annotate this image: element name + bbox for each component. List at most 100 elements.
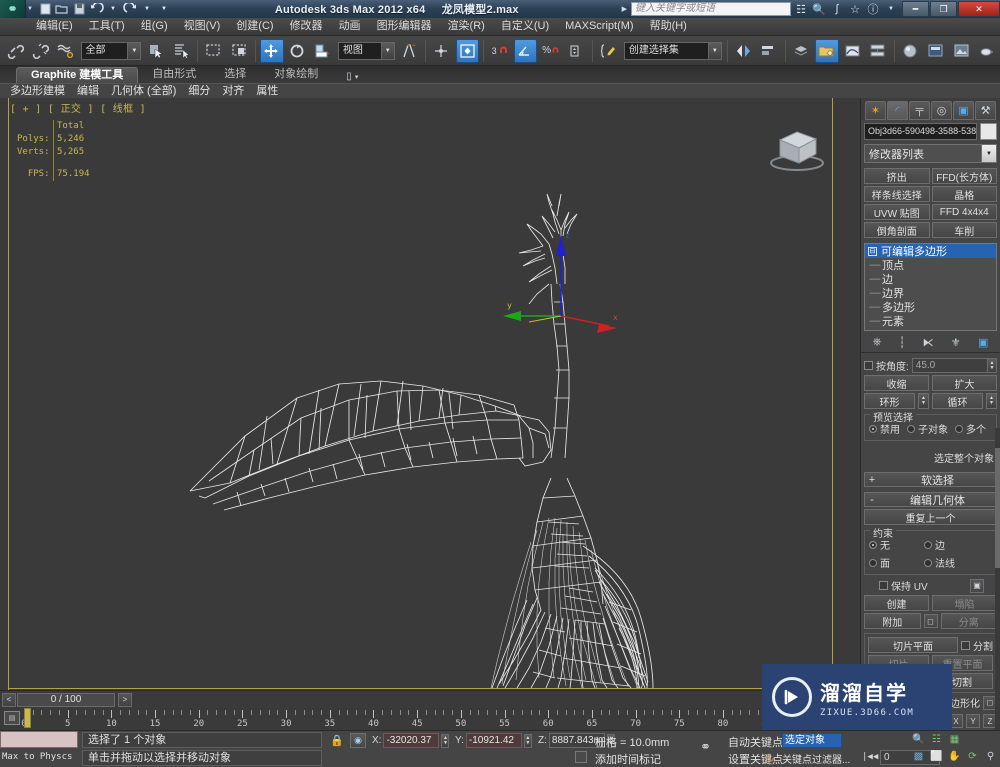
edit-geometry-rollout-header[interactable]: - 编辑几何体 [864,492,997,507]
hierarchy-tab-icon[interactable]: ╤ [909,100,930,120]
time-tag-button[interactable] [575,751,587,763]
edit-geometry-collapse-icon[interactable]: - [865,494,879,506]
modifier-uvw-map[interactable]: UVW 贴图 [864,204,930,220]
chevron-down-icon-modlist[interactable]: ▼ [981,145,996,162]
select-and-scale-icon[interactable] [311,39,335,63]
maximize-viewport-icon[interactable]: ⚲ [983,749,998,764]
object-color-swatch[interactable] [980,123,997,140]
preserve-uv-settings-button[interactable]: ▣ [970,578,984,593]
material-editor-icon[interactable] [899,39,923,63]
remove-modifier-icon[interactable]: ⚜ [951,336,961,349]
menu-rendering[interactable]: 渲染(R) [440,18,493,35]
coord-y[interactable]: -10921.42 [465,733,522,748]
selection-filter-combo[interactable]: 全部 ▼ [80,41,142,60]
slice-plane-button[interactable]: 切片平面 [868,637,958,653]
repeat-last-button[interactable]: 重复上一个 [864,509,997,525]
select-and-move-icon[interactable] [260,38,284,63]
open-track-view-icon[interactable]: ▤ [4,711,20,725]
chevron-down-icon[interactable]: ▼ [127,42,141,59]
constraint-none-radio[interactable] [869,540,877,549]
orbit-icon[interactable]: ⟳ [965,749,980,764]
favorites-star-icon[interactable]: ☆ [847,3,863,16]
viewport-orthographic-wireframe[interactable]: y x z [ + ] [ 正交 ] [ 线框 ] Total Polys: 5,… [0,98,860,690]
constraint-face-radio[interactable] [869,558,877,567]
modify-tab-icon[interactable]: ◜ [887,100,908,120]
magnifier-icon[interactable]: 🔍 [811,3,827,16]
bind-to-space-warp-icon[interactable] [54,39,78,63]
ribbon-panel-polygon-modeling[interactable]: 多边形建模 [4,84,71,98]
pan-view-icon[interactable]: ✋ [947,749,962,764]
modifier-spline-select[interactable]: 样条线选择 [864,186,930,202]
stack-expand-icon[interactable]: ⊟ [868,246,877,256]
layer-manager-icon[interactable] [790,39,814,63]
modifier-bevel-profile[interactable]: 倒角剖面 [864,222,930,238]
use-selection-center-icon[interactable] [430,39,454,63]
object-name-field[interactable]: Obj3d66-590498-3588-538 [864,123,977,140]
preserve-uv-checkbox[interactable] [879,581,888,590]
render-setup-icon[interactable] [924,39,948,63]
loop-button[interactable]: 循环 [932,393,983,409]
display-tab-icon[interactable]: ▣ [953,100,974,120]
new-file-icon[interactable] [37,2,53,17]
undo-dropdown-icon[interactable]: ▼ [105,2,121,17]
goto-start-icon[interactable]: |◀◀ [862,752,878,762]
preview-subobject-radio[interactable] [907,424,915,433]
snaps-toggle-icon[interactable]: 3 [488,39,512,63]
qat-customize-icon[interactable]: ▼ [156,2,172,17]
select-and-link-icon[interactable] [3,39,27,63]
redo-dropdown-icon[interactable]: ▼ [139,2,155,17]
stack-vertex[interactable]: — 顶点 [865,258,996,272]
zoom-extents-icon[interactable]: ▦ [947,732,962,747]
soft-selection-expand-icon[interactable]: + [865,474,879,486]
unlink-selection-icon[interactable] [29,39,53,63]
constraint-normal-radio[interactable] [924,558,932,567]
open-file-icon[interactable] [54,2,70,17]
modifier-lattice[interactable]: 晶格 [931,186,997,202]
stack-border[interactable]: — 边界 [865,286,996,300]
modifier-stack[interactable]: ⊟ 可编辑多边形 — 顶点 — 边 — 边界 — 多边形 — 元素 [864,243,997,331]
zoom-all-icon[interactable]: ☷ [929,732,944,747]
timeline-ruler[interactable]: ▤ 051015202530354045505560657075808590 [0,708,860,730]
detach-button[interactable]: 分离 [940,613,997,629]
percent-snap-toggle-icon[interactable]: % [539,39,563,63]
soft-selection-rollout-header[interactable]: + 软选择 [864,472,997,487]
ribbon-panel-subdivision[interactable]: 细分 [182,84,216,98]
infocenter-expand-icon[interactable]: ▶ [622,5,629,13]
tab-freeform[interactable]: 自由形式 [138,67,210,83]
tab-selection[interactable]: 选择 [210,67,260,83]
region-zoom-icon[interactable]: ⬜ [929,749,944,764]
ribbon-dropdown-icon[interactable]: ▾ [355,73,359,81]
tab-graphite-modeling-tools[interactable]: Graphite 建模工具 [16,67,139,83]
named-selection-sets-combo[interactable]: 创建选择集 ▼ [623,41,722,60]
motion-tab-icon[interactable]: ◎ [931,100,952,120]
coord-x-spinner-icon[interactable]: ▲ ▼ [441,733,450,748]
attach-settings-button[interactable]: ◻ [923,614,938,628]
menu-modifiers[interactable]: 修改器 [282,18,331,35]
curve-editor-icon[interactable] [841,39,865,63]
use-transform-center-icon[interactable] [455,38,480,63]
field-of-view-icon[interactable]: ▩ [911,749,926,764]
modifier-ffd-4x4x4[interactable]: FFD 4x4x4 [931,204,997,220]
stack-polygon[interactable]: — 多边形 [865,300,996,314]
menu-group[interactable]: 组(G) [133,18,176,35]
prev-frame-button[interactable]: < [2,692,16,707]
viewcube[interactable] [762,116,832,176]
binoculars-icon[interactable]: ☷ [793,3,809,16]
menu-help[interactable]: 帮助(H) [642,18,695,35]
split-checkbox[interactable] [961,640,970,650]
modifier-extrude[interactable]: 挤出 [864,168,930,184]
spinner-arrows-icon[interactable]: ▲ ▼ [987,359,996,372]
angle-snap-toggle-icon[interactable] [513,38,538,63]
ribbon-panel-properties[interactable]: 属性 [250,84,284,98]
configure-modifier-sets-icon[interactable]: ▣ [978,336,988,349]
menu-customize[interactable]: 自定义(U) [493,18,557,35]
window-crossing-icon[interactable] [228,39,252,63]
schematic-view-icon[interactable] [866,39,890,63]
menu-animation[interactable]: 动画 [331,18,369,35]
menu-create[interactable]: 创建(C) [228,18,281,35]
app-logo-icon[interactable]: ⚭ [0,0,26,18]
edit-named-selection-sets-icon[interactable] [597,39,621,63]
ribbon-minimize-icon[interactable]: ▯ [346,71,352,82]
create-button[interactable]: 创建 [864,595,929,611]
collapse-button[interactable]: 塌陷 [932,595,997,611]
